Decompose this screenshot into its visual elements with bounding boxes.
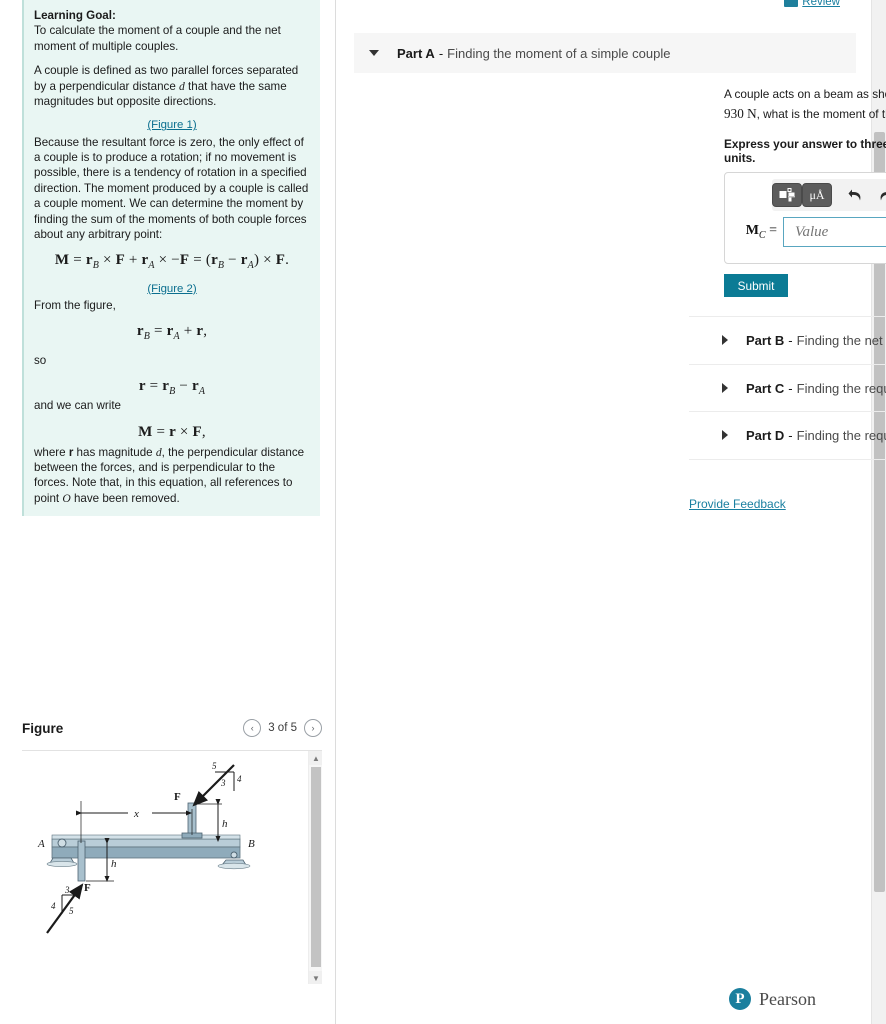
part-a-header[interactable]: Part A - Finding the moment of a simple … — [354, 33, 856, 73]
couple-definition: A couple is defined as two parallel forc… — [34, 64, 299, 109]
undo-glyph — [848, 189, 860, 200]
equation-m-cross: M = r × F, — [138, 423, 206, 440]
redo-glyph — [880, 191, 886, 200]
lower-slope-3: 3 — [64, 885, 70, 895]
lower-force-label: F — [84, 882, 91, 894]
answer-value-input[interactable] — [783, 217, 886, 247]
equation-moment-sum: M = rB × F + rA × −F = (rB − rA) × F. — [54, 252, 290, 272]
undo-icon[interactable] — [840, 183, 870, 207]
part-b-label: Part B — [746, 332, 785, 348]
answer-var-m: M — [745, 223, 759, 239]
part-a-question: A couple acts on a beam as shown below. … — [724, 84, 886, 124]
lower-slope-4: 4 — [51, 901, 56, 911]
section-divider — [689, 459, 886, 460]
figure-scrollbar[interactable]: ▲ ▼ — [308, 751, 322, 984]
template-glyph — [779, 187, 795, 201]
equation-r: r = rB − rA — [138, 378, 206, 397]
upper-force-label: F — [174, 791, 181, 803]
page-root: Learning Goal: To calculate the moment o… — [0, 0, 886, 1024]
figure-scroll-up-icon[interactable]: ▲ — [309, 751, 322, 765]
upper-slope-4: 4 — [237, 774, 242, 784]
review-label: Review — [802, 0, 840, 8]
chevron-right-icon[interactable] — [722, 383, 728, 393]
part-c-label: Part C — [746, 380, 785, 396]
part-b-dash: - — [788, 332, 793, 348]
submit-button[interactable]: Submit — [724, 274, 788, 297]
chevron-down-icon[interactable] — [369, 50, 379, 56]
figure-header: Figure ‹ 3 of 5 › — [0, 706, 336, 750]
part-c-description: Finding the required distance to produce… — [796, 380, 886, 396]
lower-h-label: h — [111, 858, 117, 870]
answer-var-eq: = — [769, 223, 777, 239]
beam-couple-diagram: 5 4 3 F 3 4 5 F x h h A B — [37, 761, 255, 934]
part-c-dash: - — [788, 380, 793, 396]
figure-panel: Figure ‹ 3 of 5 › 5 4 3 F 3 4 5 F x h h … — [0, 706, 336, 984]
closing-explanation: where r has magnitude d, the perpendicul… — [34, 445, 305, 505]
template-icon[interactable] — [772, 183, 802, 207]
x-dimension-label: x — [133, 808, 139, 820]
upper-h-label: h — [222, 818, 228, 830]
units-glyph: μÅ — [809, 187, 825, 202]
part-a-dash: - — [438, 45, 444, 61]
part-b-header[interactable]: Part B - Finding the net moment due to t… — [689, 316, 886, 363]
question-lead: A couple acts on a beam as shown below. — [724, 87, 886, 101]
chevron-right-icon[interactable] — [722, 430, 728, 440]
figure-next-button[interactable]: › — [304, 719, 322, 737]
lower-slope-5: 5 — [69, 906, 74, 916]
figure-panel-title: Figure — [22, 720, 64, 736]
part-d-label: Part D — [746, 427, 785, 443]
answer-toolbar: μÅ — [772, 179, 886, 211]
units-icon[interactable]: μÅ — [802, 183, 832, 207]
figure-scroll-down-icon[interactable]: ▼ — [309, 971, 322, 984]
learning-goal-title: Learning Goal: — [34, 9, 116, 22]
var-d: d — [179, 79, 185, 93]
part-b-description: Finding the net moment due to two couple… — [796, 332, 886, 348]
pearson-wordmark: Pearson — [759, 988, 816, 1009]
answer-variable-label: MC = — [735, 223, 783, 241]
equation-rb: rB = rA + r, — [136, 323, 208, 343]
figure-body: 5 4 3 F 3 4 5 F x h h A B ▲ ▼ — [22, 750, 322, 984]
figure-counter: 3 of 5 — [268, 722, 297, 734]
part-d-header[interactable]: Part D - Finding the required force to p… — [689, 411, 886, 458]
part-a-label: Part A — [397, 45, 435, 61]
and-we-can-write-text: and we can write — [34, 399, 121, 413]
redo-icon[interactable] — [870, 183, 886, 207]
chevron-right-icon[interactable] — [722, 335, 728, 345]
pearson-mark-icon: P — [729, 988, 751, 1010]
part-d-description: Finding the required force to produce a … — [796, 427, 886, 443]
pearson-logo: P Pearson — [729, 988, 816, 1010]
answer-var-sub: C — [758, 229, 766, 241]
figure-scrollbar-thumb[interactable] — [311, 767, 321, 967]
learning-goal-text: To calculate the moment of a couple and … — [34, 24, 281, 53]
figure-nav: ‹ 3 of 5 › — [243, 719, 322, 737]
point-a-label: A — [37, 838, 45, 850]
review-icon — [784, 0, 799, 7]
so-text: so — [34, 353, 47, 367]
figure-1-link[interactable]: (Figure 1) — [34, 118, 310, 133]
point-b-label: B — [248, 838, 255, 850]
left-column: Learning Goal: To calculate the moment o… — [0, 0, 336, 1024]
part-a-description: Finding the moment of a simple couple — [447, 45, 671, 61]
answer-entry-box: μÅ MC = Value — [724, 172, 886, 264]
answer-row: MC = — [735, 217, 886, 247]
upper-slope-3: 3 — [220, 778, 226, 788]
figure-prev-button[interactable]: ‹ — [243, 719, 262, 737]
question-tail: , what is the moment of the couple? — [756, 106, 886, 121]
learning-goal-panel: Learning Goal: To calculate the moment o… — [22, 0, 320, 517]
upper-slope-5: 5 — [212, 761, 217, 771]
learning-goal-block: Learning Goal: To calculate the moment o… — [34, 8, 310, 54]
part-c-header[interactable]: Part C - Finding the required distance t… — [689, 364, 886, 411]
review-link[interactable]: Review — [784, 0, 840, 8]
part-a-instruction: Express your answer to three significant… — [724, 136, 886, 165]
from-the-figure-text: From the figure, — [34, 298, 116, 312]
provide-feedback-link[interactable]: Provide Feedback — [689, 497, 786, 511]
figure-2-link[interactable]: (Figure 2) — [34, 282, 310, 297]
couple-explanation: Because the resultant force is zero, the… — [34, 135, 309, 242]
right-column: Review Part A - Finding the moment of a … — [337, 0, 886, 1024]
part-d-dash: - — [788, 427, 793, 443]
